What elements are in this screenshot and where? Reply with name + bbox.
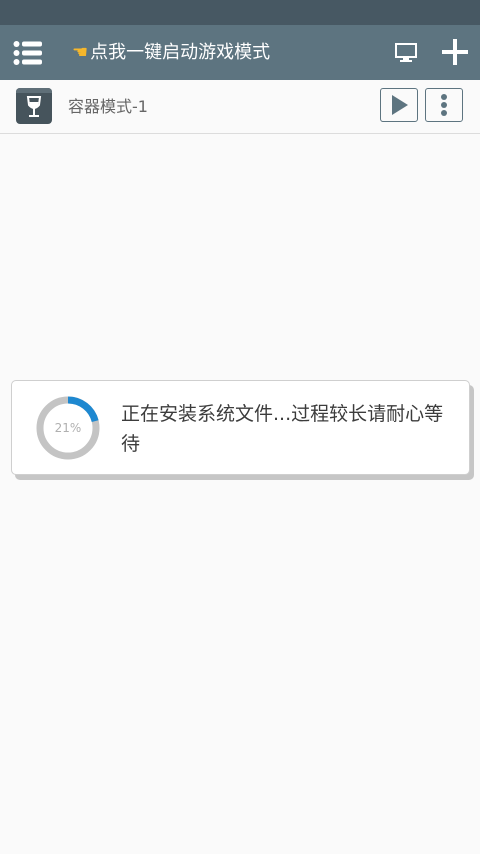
container-name: 容器模式-1 (68, 97, 148, 116)
monitor-button[interactable] (388, 35, 424, 71)
install-message: 正在安装系统文件...过程较长请耐心等待 (121, 403, 444, 455)
menu-button[interactable] (8, 33, 48, 73)
more-vertical-icon (441, 94, 447, 116)
container-row[interactable]: 容器模式-1 (0, 80, 480, 134)
game-mode-launch-title[interactable]: ☚ 点我一键启动游戏模式 (72, 25, 270, 80)
progress-percent: 21% (54, 421, 82, 435)
pointing-hand-icon: ☚ (72, 42, 89, 63)
app-bar: ☚ 点我一键启动游戏模式 (0, 25, 480, 80)
play-button[interactable] (380, 88, 418, 122)
add-button[interactable] (434, 31, 476, 73)
wine-glass-icon (16, 88, 52, 124)
list-menu-icon (13, 41, 42, 65)
monitor-icon (395, 43, 417, 62)
install-progress-dialog: 21% 正在安装系统文件...过程较长请耐心等待 (11, 380, 470, 475)
plus-icon (442, 39, 468, 65)
play-icon (392, 95, 408, 115)
status-bar (0, 0, 480, 25)
app-title-text: 点我一键启动游戏模式 (90, 42, 271, 63)
more-options-button[interactable] (425, 88, 463, 122)
